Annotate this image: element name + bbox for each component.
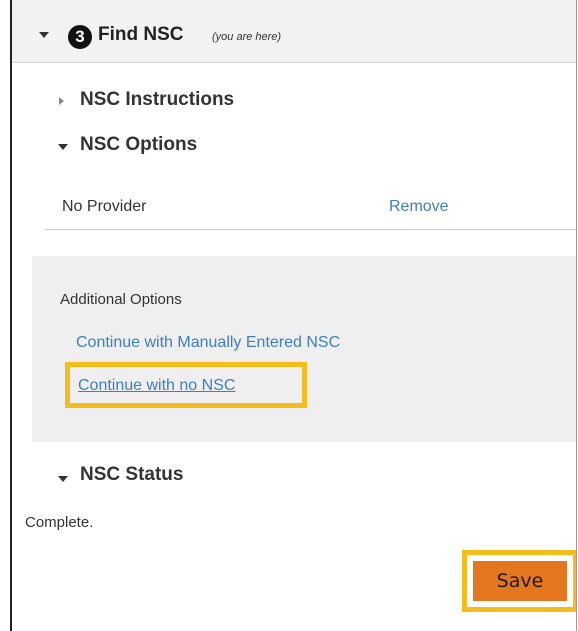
step-title: Find NSC — [98, 24, 184, 45]
chevron-down-icon[interactable] — [58, 476, 68, 482]
continue-manual-nsc-link[interactable]: Continue with Manually Entered NSC — [76, 334, 340, 352]
chevron-right-icon[interactable] — [59, 97, 64, 105]
additional-options-heading: Additional Options — [60, 291, 182, 308]
save-button-label: Save — [473, 561, 567, 601]
status-text: Complete. — [25, 514, 94, 531]
chevron-down-icon[interactable] — [58, 144, 68, 150]
you-are-here-note: (you are here) — [212, 31, 282, 43]
section-nsc-instructions[interactable]: NSC Instructions — [80, 89, 234, 111]
additional-options-box: Additional Options Continue with Manuall… — [32, 256, 576, 442]
continue-no-nsc-link[interactable]: Continue with no NSC — [78, 377, 235, 395]
step-header[interactable]: 3 Find NSC (you are here) — [12, 0, 576, 63]
chevron-down-icon[interactable] — [39, 32, 49, 38]
provider-name: No Provider — [62, 198, 147, 215]
section-nsc-options[interactable]: NSC Options — [80, 134, 197, 156]
step-number-badge: 3 — [68, 25, 92, 49]
divider — [44, 229, 576, 230]
save-button[interactable]: Save — [462, 550, 576, 612]
section-nsc-status[interactable]: NSC Status — [80, 464, 183, 486]
remove-link[interactable]: Remove — [389, 198, 449, 216]
find-nsc-panel: 3 Find NSC (you are here) NSC Instructio… — [10, 0, 577, 631]
